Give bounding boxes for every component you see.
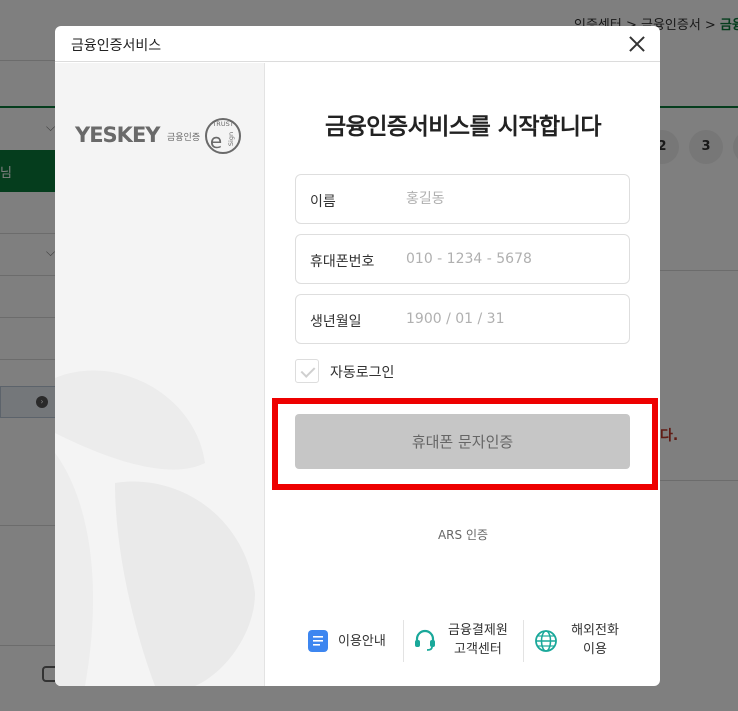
globe-icon — [535, 630, 557, 652]
auto-login-label: 자동로그인 — [330, 365, 395, 381]
birthdate-field[interactable]: 생년월일 — [295, 294, 630, 344]
birthdate-input[interactable] — [406, 307, 616, 331]
auto-login-checkbox[interactable] — [295, 359, 319, 383]
name-input[interactable] — [406, 187, 616, 211]
svg-text:TRUST: TRUST — [211, 120, 233, 128]
phone-field[interactable]: 휴대폰번호 — [295, 234, 630, 284]
headset-icon — [415, 629, 435, 651]
svg-text:Sign: Sign — [227, 132, 235, 146]
guide-link[interactable]: 이용안내 — [308, 616, 400, 666]
brand-panel: YESKEY 금융인증 TRUST e Sign — [55, 63, 265, 686]
page-title: 금융인증서비스를 시작합니다 — [324, 114, 602, 140]
name-field[interactable]: 이름 — [295, 174, 630, 224]
auth-modal: 금융인증서비스 YESKEY 금융인증 TRUST e Sign 금융인증서비스… — [55, 26, 660, 686]
ars-auth-link[interactable]: ARS 인증 — [266, 526, 660, 543]
close-icon[interactable] — [624, 31, 650, 57]
footer-links: 이용안내 금융결제원 고객센터 해외전화 이용 — [266, 616, 660, 666]
name-label: 이름 — [310, 194, 336, 210]
sms-auth-button[interactable]: 휴대폰 문자인증 — [295, 414, 630, 469]
trust-esign-badge-icon: TRUST e Sign — [205, 118, 241, 154]
birthdate-label: 생년월일 — [310, 314, 362, 330]
phone-input[interactable] — [406, 247, 616, 271]
document-icon — [308, 630, 328, 652]
overseas-call-link[interactable]: 해외전화 이용 — [534, 616, 649, 666]
modal-title: 금융인증서비스 — [71, 38, 162, 54]
watermark-graphic — [55, 370, 255, 686]
auth-form-panel: 금융인증서비스를 시작합니다 이름 휴대폰번호 생년월일 자동로그인 휴대폰 문… — [266, 63, 660, 686]
phone-label: 휴대폰번호 — [310, 254, 375, 270]
modal-header: 금융인증서비스 — [55, 26, 660, 62]
support-center-link[interactable]: 금융결제원 고객센터 — [414, 616, 524, 666]
svg-text:e: e — [210, 129, 222, 153]
